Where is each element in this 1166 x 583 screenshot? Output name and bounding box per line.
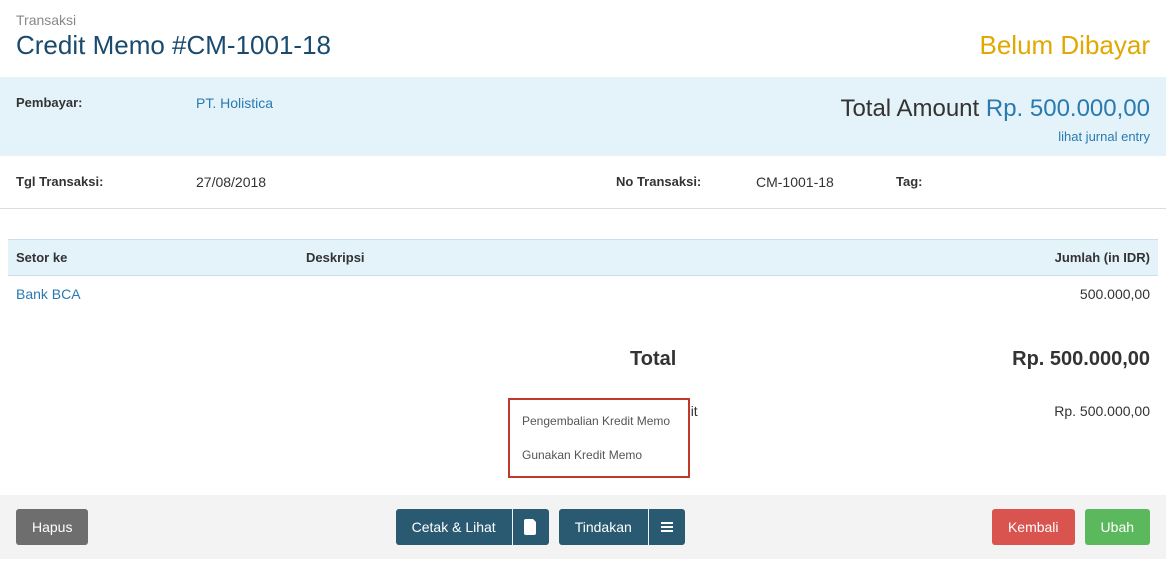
setor-link[interactable]: Bank BCA (16, 286, 306, 302)
tindakan-dropdown: Pengembalian Kredit Memo Gunakan Kredit … (508, 398, 690, 478)
menu-icon[interactable] (649, 509, 685, 545)
document-icon[interactable] (513, 509, 549, 545)
col-header-deskripsi: Deskripsi (306, 250, 950, 265)
line-items-table: Setor ke Deskripsi Jumlah (in IDR) Bank … (8, 239, 1158, 312)
meta-row: Tgl Transaksi: 27/08/2018 No Transaksi: … (0, 156, 1166, 209)
journal-entry-link[interactable]: lihat jurnal entry (840, 129, 1150, 144)
payer-label: Pembayar: (16, 95, 196, 144)
totals-block: Total Rp. 500.000,00 Sisa Kredit Rp. 500… (630, 342, 1150, 425)
total-amount-value: Rp. 500.000,00 (986, 95, 1150, 122)
total-value: Rp. 500.000,00 (1012, 348, 1150, 371)
page-header: Transaksi Credit Memo #CM-1001-18 Belum … (0, 0, 1166, 77)
menu-item-gunakan[interactable]: Gunakan Kredit Memo (510, 438, 688, 472)
summary-panel: Pembayar: PT. Holistica Total Amount Rp.… (0, 77, 1166, 156)
table-header: Setor ke Deskripsi Jumlah (in IDR) (8, 239, 1158, 276)
tgl-label: Tgl Transaksi: (16, 174, 196, 190)
tindakan-group: Tindakan (559, 509, 685, 545)
col-header-setor: Setor ke (16, 250, 306, 265)
jumlah-cell: 500.000,00 (950, 286, 1150, 302)
payer-link[interactable]: PT. Holistica (196, 95, 273, 144)
cetak-button[interactable]: Cetak & Lihat (396, 509, 512, 545)
no-value: CM-1001-18 (756, 174, 896, 190)
breadcrumb: Transaksi (16, 12, 331, 28)
ubah-button[interactable]: Ubah (1085, 509, 1150, 545)
tindakan-button[interactable]: Tindakan (559, 509, 648, 545)
total-amount: Total Amount Rp. 500.000,00 (840, 95, 1150, 123)
status-badge: Belum Dibayar (979, 30, 1150, 61)
total-label: Total (630, 348, 676, 371)
kembali-button[interactable]: Kembali (992, 509, 1075, 545)
menu-item-pengembalian[interactable]: Pengembalian Kredit Memo (510, 404, 688, 438)
sisa-value: Rp. 500.000,00 (1054, 403, 1150, 419)
tgl-value: 27/08/2018 (196, 174, 416, 190)
hapus-button[interactable]: Hapus (16, 509, 88, 545)
tag-label: Tag: (896, 174, 956, 190)
deskripsi-cell (306, 286, 950, 302)
cetak-group: Cetak & Lihat (396, 509, 549, 545)
table-row: Bank BCA 500.000,00 (8, 276, 1158, 312)
col-header-jumlah: Jumlah (in IDR) (950, 250, 1150, 265)
no-label: No Transaksi: (616, 174, 756, 190)
page-title: Credit Memo #CM-1001-18 (16, 30, 331, 61)
footer-bar: Hapus Cetak & Lihat Tindakan Kembali Uba… (0, 495, 1166, 559)
total-amount-label: Total Amount (840, 95, 979, 122)
